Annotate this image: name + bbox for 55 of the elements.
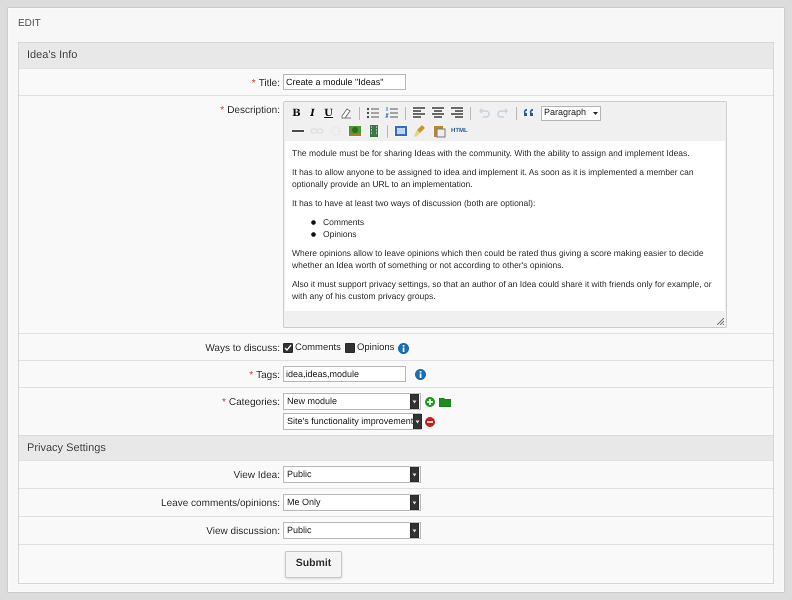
title-field[interactable]: idea,ideas,module [283, 366, 406, 382]
bullet-icon [311, 232, 316, 236]
eraser-icon[interactable] [339, 106, 353, 120]
checkbox-label: Opinions [356, 341, 394, 355]
clipboard-icon[interactable] [432, 124, 446, 138]
section-header: Idea's Info [19, 43, 773, 68]
add-icon[interactable] [425, 396, 435, 407]
field-label: View Idea: [233, 469, 280, 484]
bold-button[interactable]: B [290, 106, 303, 120]
underline-button[interactable]: U [322, 106, 335, 120]
field-label: View discussion: [206, 525, 280, 540]
remove-icon[interactable] [425, 416, 435, 427]
page-title: EDIT [18, 18, 42, 31]
field-label: Leave comments/opinions: [161, 497, 280, 512]
numbered-list-icon[interactable] [385, 106, 399, 120]
category-select[interactable]: Site's functionality improvement [283, 413, 421, 430]
required-mark: * [249, 369, 254, 384]
align-center-icon[interactable] [431, 106, 445, 120]
window-icon[interactable] [394, 124, 408, 138]
paragraph: Also it must support privacy settings, so that an author of an Idea could share it with friends only for example, or with any of his custom privacy groups. [292, 278, 713, 302]
privacy-select[interactable]: Me Only [283, 494, 421, 512]
field-label: Description: [227, 104, 280, 118]
paragraph: Where opinions allow to leave opinions which then could be rated thus giving a score making easier to decide whether an Idea worth of something or not according to other's opinions. [292, 247, 705, 271]
section-header: Privacy Settings [19, 435, 773, 460]
checkbox[interactable] [344, 343, 355, 354]
rich-text-editor[interactable] [283, 101, 727, 328]
submit-button[interactable]: Submit [285, 550, 342, 578]
required-mark: * [222, 396, 226, 410]
category-select[interactable]: New module [283, 393, 421, 410]
bulleted-list-icon[interactable] [366, 106, 380, 120]
film-strip-icon[interactable] [367, 124, 381, 138]
required-mark: * [220, 104, 224, 118]
bullet-icon [311, 220, 316, 224]
folder-icon[interactable] [439, 396, 451, 407]
list-item: Opinions [323, 228, 357, 240]
privacy-select[interactable]: Public [283, 522, 421, 540]
checkbox-label: Comments [295, 341, 341, 355]
align-left-icon[interactable] [412, 106, 426, 120]
checkbox[interactable] [283, 343, 293, 354]
field-label: Ways to discuss: [205, 342, 280, 356]
tags-field[interactable]: Create a module "Ideas" [283, 74, 406, 90]
format-dropdown[interactable]: Paragraph [541, 106, 601, 120]
field-label: Tags: [256, 369, 280, 384]
list-item: Comments [323, 216, 364, 228]
italic-button[interactable]: I [306, 106, 319, 120]
paragraph: The module must be for sharing Ideas with the community. With the ability to assign and implement Ideas. [292, 147, 691, 159]
required-mark: * [252, 77, 256, 91]
image-icon[interactable] [348, 124, 362, 138]
align-right-icon[interactable] [450, 106, 464, 120]
field-label: Title: [258, 77, 280, 91]
resize-handle-icon[interactable] [717, 318, 724, 325]
field-label: Categories: [228, 396, 280, 410]
paragraph: It has to allow anyone to be assigned to idea and implement it. As soon as it is implemented a member can optionally provide an URL to an implementation. [292, 166, 695, 190]
privacy-select[interactable]: Public [283, 466, 421, 484]
paragraph: It has to have at least two ways of discussion (both are optional): [292, 197, 536, 209]
